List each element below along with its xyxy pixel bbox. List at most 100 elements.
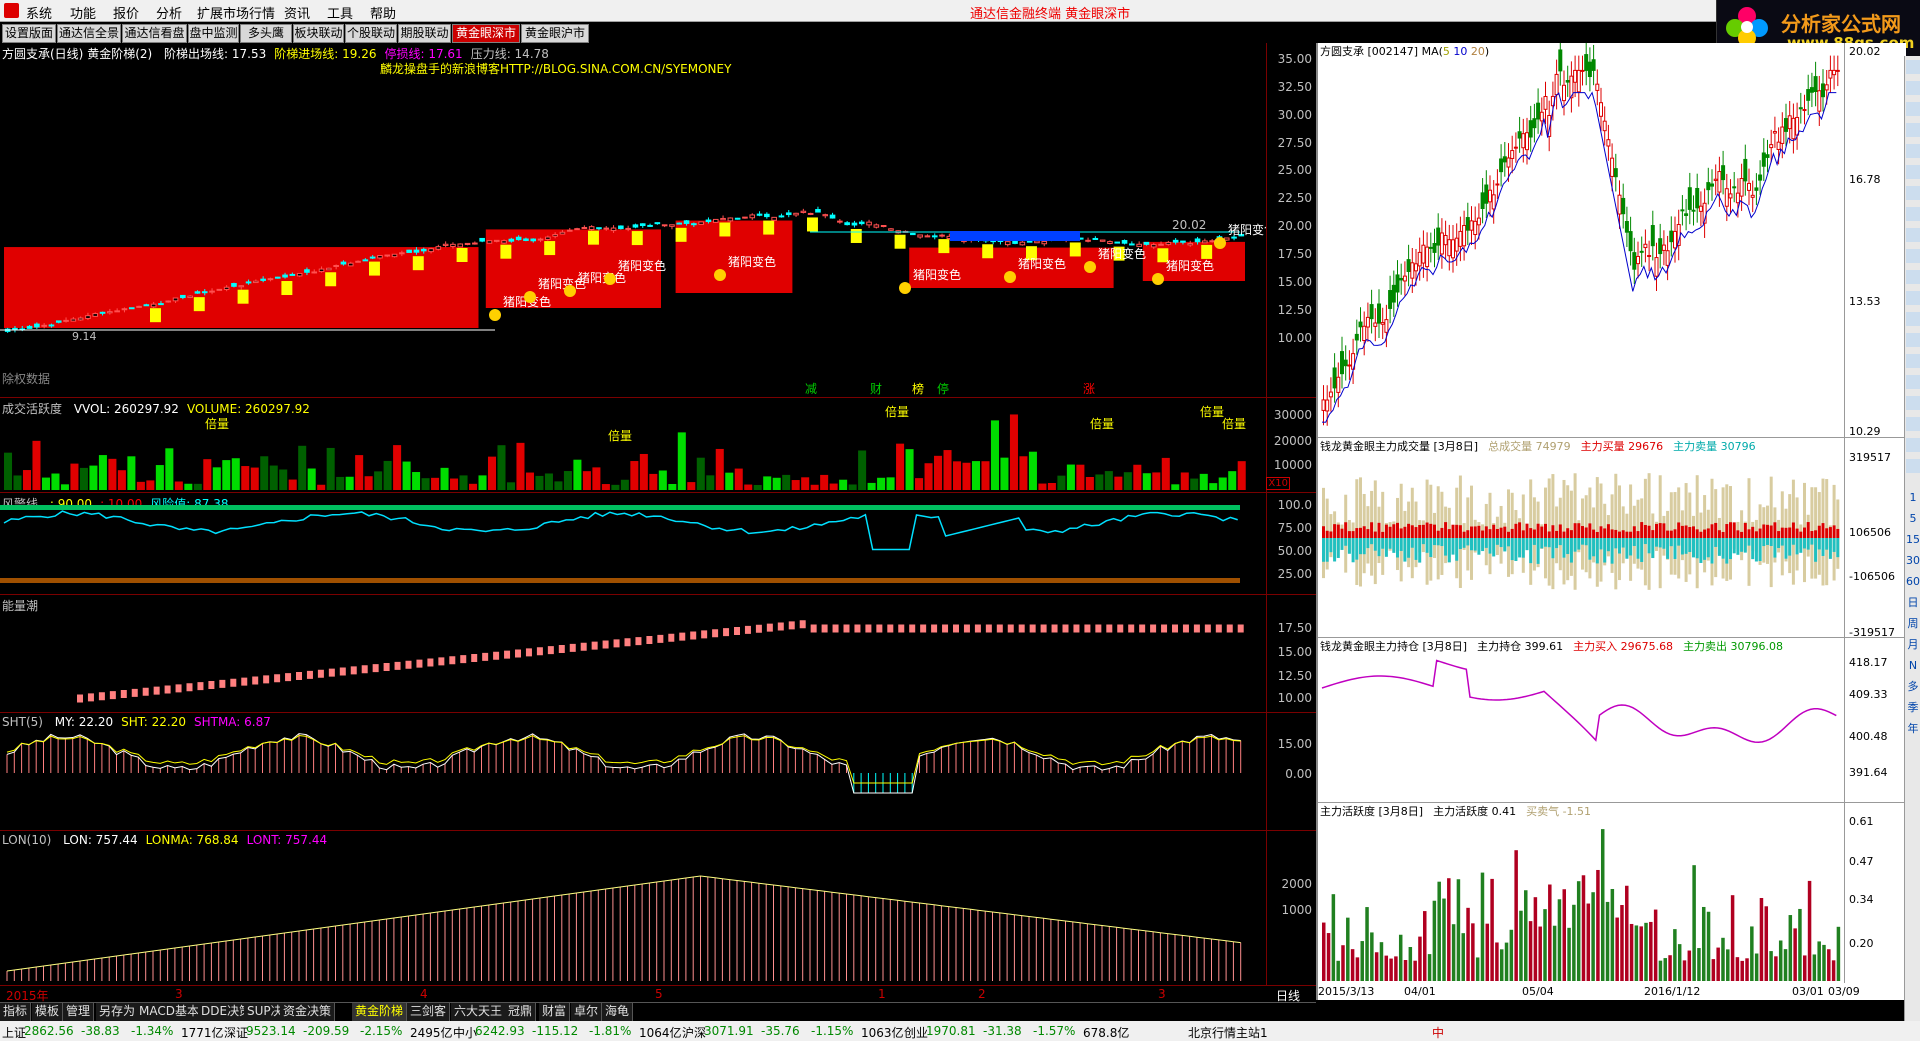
price-chart[interactable]: 20.029.14猪阳变色猪阳变色猪阳变色猪阳变色猪阳变色猪阳变色猪阳变色猪阳变…: [0, 43, 1266, 398]
index-quote[interactable]: 1063亿: [861, 1024, 904, 1041]
layout-tab[interactable]: 设置版面: [2, 24, 56, 43]
index-quote[interactable]: 中小: [453, 1024, 477, 1041]
period-button[interactable]: 日: [1906, 596, 1920, 610]
tool-icon[interactable]: [1906, 207, 1920, 221]
indicator-tab[interactable]: 三剑客: [407, 1003, 451, 1021]
index-quote[interactable]: 1970.81: [926, 1024, 976, 1038]
main-force-activity-chart[interactable]: [1318, 803, 1844, 983]
index-quote[interactable]: 深证: [224, 1024, 248, 1041]
mini-kline-chart[interactable]: [1318, 43, 1844, 438]
indicator-tab[interactable]: 海龟: [602, 1003, 634, 1021]
indicator-tab[interactable]: 指标: [0, 1003, 32, 1021]
index-quote[interactable]: 3071.91: [704, 1024, 754, 1038]
mini-kline-panel[interactable]: 方圆支承 [002147] MA(5 10 20) 20.02 16.78 13.5…: [1318, 43, 1906, 438]
indicator-tab[interactable]: 另存为: [96, 1003, 140, 1021]
index-quote[interactable]: -2.15%: [360, 1024, 402, 1038]
indicator-tab[interactable]: 管理: [63, 1003, 95, 1021]
index-quote[interactable]: -1.15%: [811, 1024, 853, 1038]
sht-panel[interactable]: SHT(5) MY: 22.20 SHT: 22.20 SHTMA: 6.87 15…: [0, 713, 1316, 831]
tool-icon[interactable]: [1906, 291, 1920, 305]
tool-icon[interactable]: [1906, 417, 1920, 431]
indicator-tab[interactable]: 财富: [539, 1003, 571, 1021]
index-quote[interactable]: 上证: [2, 1024, 26, 1041]
tool-icon[interactable]: [1906, 60, 1920, 74]
energy-chart[interactable]: [0, 595, 1266, 713]
tool-icon[interactable]: [1906, 144, 1920, 158]
menu-analysis[interactable]: 分析: [156, 3, 182, 22]
price-panel[interactable]: 方圆支承(日线) 黄金阶梯(2) 阶梯出场线: 17.53 阶梯进场线: 19.2…: [0, 43, 1316, 398]
period-button[interactable]: 季: [1906, 701, 1920, 715]
tool-icon[interactable]: [1906, 165, 1920, 179]
main-force-holding-panel[interactable]: 钱龙黄金眼主力持仓 [3月8日] 主力持仓 399.61 主力买入 29675.68…: [1318, 638, 1906, 803]
tool-icon[interactable]: [1906, 375, 1920, 389]
period-button[interactable]: 60: [1906, 575, 1920, 589]
lon-panel[interactable]: LON(10) LON: 757.44 LONMA: 768.84 LONT: 75…: [0, 831, 1316, 985]
tool-icon[interactable]: [1906, 186, 1920, 200]
main-force-volume-panel[interactable]: 钱龙黄金眼主力成交量 [3月8日] 总成交量 74979 主力买量 29676 主力卖…: [1318, 438, 1906, 639]
layout-tab[interactable]: 通达信看盘: [122, 24, 187, 43]
layout-tab[interactable]: 黄金眼深市: [452, 24, 520, 43]
risk-panel[interactable]: 风警线 : 90.00: 10.00 风险值: 87.38 100.0 75.00 5…: [0, 493, 1316, 595]
layout-tab[interactable]: 个股联动: [345, 24, 397, 43]
tool-icon[interactable]: [1906, 354, 1920, 368]
tool-icon[interactable]: [1906, 102, 1920, 116]
tool-icon[interactable]: [1906, 333, 1920, 347]
indicator-tab[interactable]: 六大天王: [451, 1003, 507, 1021]
index-quote[interactable]: 9523.14: [246, 1024, 296, 1038]
period-button[interactable]: 月: [1906, 638, 1920, 652]
index-quote[interactable]: -1.81%: [589, 1024, 631, 1038]
main-force-volume-chart[interactable]: [1318, 438, 1844, 638]
index-quote[interactable]: -1.57%: [1033, 1024, 1075, 1038]
server-status[interactable]: 北京行情主站1: [1188, 1024, 1268, 1041]
layout-tab[interactable]: 期股联动: [398, 24, 451, 43]
indicator-tab[interactable]: 模板: [32, 1003, 64, 1021]
index-quote[interactable]: 6242.93: [475, 1024, 525, 1038]
menu-tools[interactable]: 工具: [327, 3, 353, 22]
indicator-tab[interactable]: 资金决策: [280, 1003, 336, 1021]
index-quote[interactable]: -31.38: [983, 1024, 1022, 1038]
index-quote[interactable]: 1771亿: [181, 1024, 224, 1041]
index-quote[interactable]: -115.12: [532, 1024, 578, 1038]
tool-icon[interactable]: [1906, 438, 1920, 452]
tool-icon[interactable]: [1906, 396, 1920, 410]
indicator-tab[interactable]: 卓尔: [571, 1003, 603, 1021]
period-button[interactable]: 30: [1906, 554, 1920, 568]
main-force-activity-panel[interactable]: 主力活跃度 [3月8日] 主力活跃度 0.41 买卖气 -1.51 0.61 0.47…: [1318, 803, 1906, 983]
period-button[interactable]: 多: [1906, 680, 1920, 694]
volume-panel[interactable]: 成交活跃度 VVOL: 260297.92 VOLUME: 260297.92 3…: [0, 398, 1316, 493]
menu-extended-market[interactable]: 扩展市场行情: [197, 3, 275, 22]
period-button[interactable]: 周: [1906, 617, 1920, 631]
period-button[interactable]: 15: [1906, 533, 1920, 547]
period-button[interactable]: 1: [1906, 491, 1920, 505]
index-quote[interactable]: 678.8亿: [1083, 1024, 1129, 1041]
index-quote[interactable]: 1064亿: [639, 1024, 682, 1041]
menu-news[interactable]: 资讯: [284, 3, 310, 22]
index-quote[interactable]: 2862.56: [24, 1024, 74, 1038]
sht-chart[interactable]: [0, 713, 1266, 831]
layout-tab[interactable]: 盘中监测: [188, 24, 239, 43]
risk-chart[interactable]: [0, 493, 1266, 595]
period-button[interactable]: N: [1906, 659, 1920, 673]
tool-icon[interactable]: [1906, 123, 1920, 137]
volume-chart[interactable]: 倍量倍量倍量倍量倍量倍量: [0, 398, 1266, 493]
index-quote[interactable]: 沪深: [682, 1024, 706, 1041]
layout-tab[interactable]: 通达信全景: [57, 24, 121, 43]
energy-panel[interactable]: 能量潮 17.50 15.00 12.50 10.00: [0, 595, 1316, 713]
index-quote[interactable]: -38.83: [81, 1024, 120, 1038]
menu-help[interactable]: 帮助: [370, 3, 396, 22]
tool-icon[interactable]: [1906, 249, 1920, 263]
indicator-tab[interactable]: MACD基本: [136, 1003, 203, 1021]
tool-icon[interactable]: [1906, 228, 1920, 242]
ime-indicator[interactable]: 中: [1432, 1024, 1444, 1041]
index-quote[interactable]: -1.34%: [131, 1024, 173, 1038]
layout-tab[interactable]: 多头鹰: [240, 24, 292, 43]
indicator-tab[interactable]: 黄金阶梯: [352, 1003, 408, 1021]
index-quote[interactable]: -35.76: [761, 1024, 800, 1038]
menu-function[interactable]: 功能: [70, 3, 96, 22]
layout-tab[interactable]: 黄金眼沪市: [521, 24, 589, 43]
index-quote[interactable]: -209.59: [303, 1024, 349, 1038]
index-quote[interactable]: 2495亿: [410, 1024, 453, 1041]
menu-quote[interactable]: 报价: [113, 3, 139, 22]
tool-icon[interactable]: [1906, 459, 1920, 473]
indicator-tab[interactable]: 冠鼎: [505, 1003, 537, 1021]
